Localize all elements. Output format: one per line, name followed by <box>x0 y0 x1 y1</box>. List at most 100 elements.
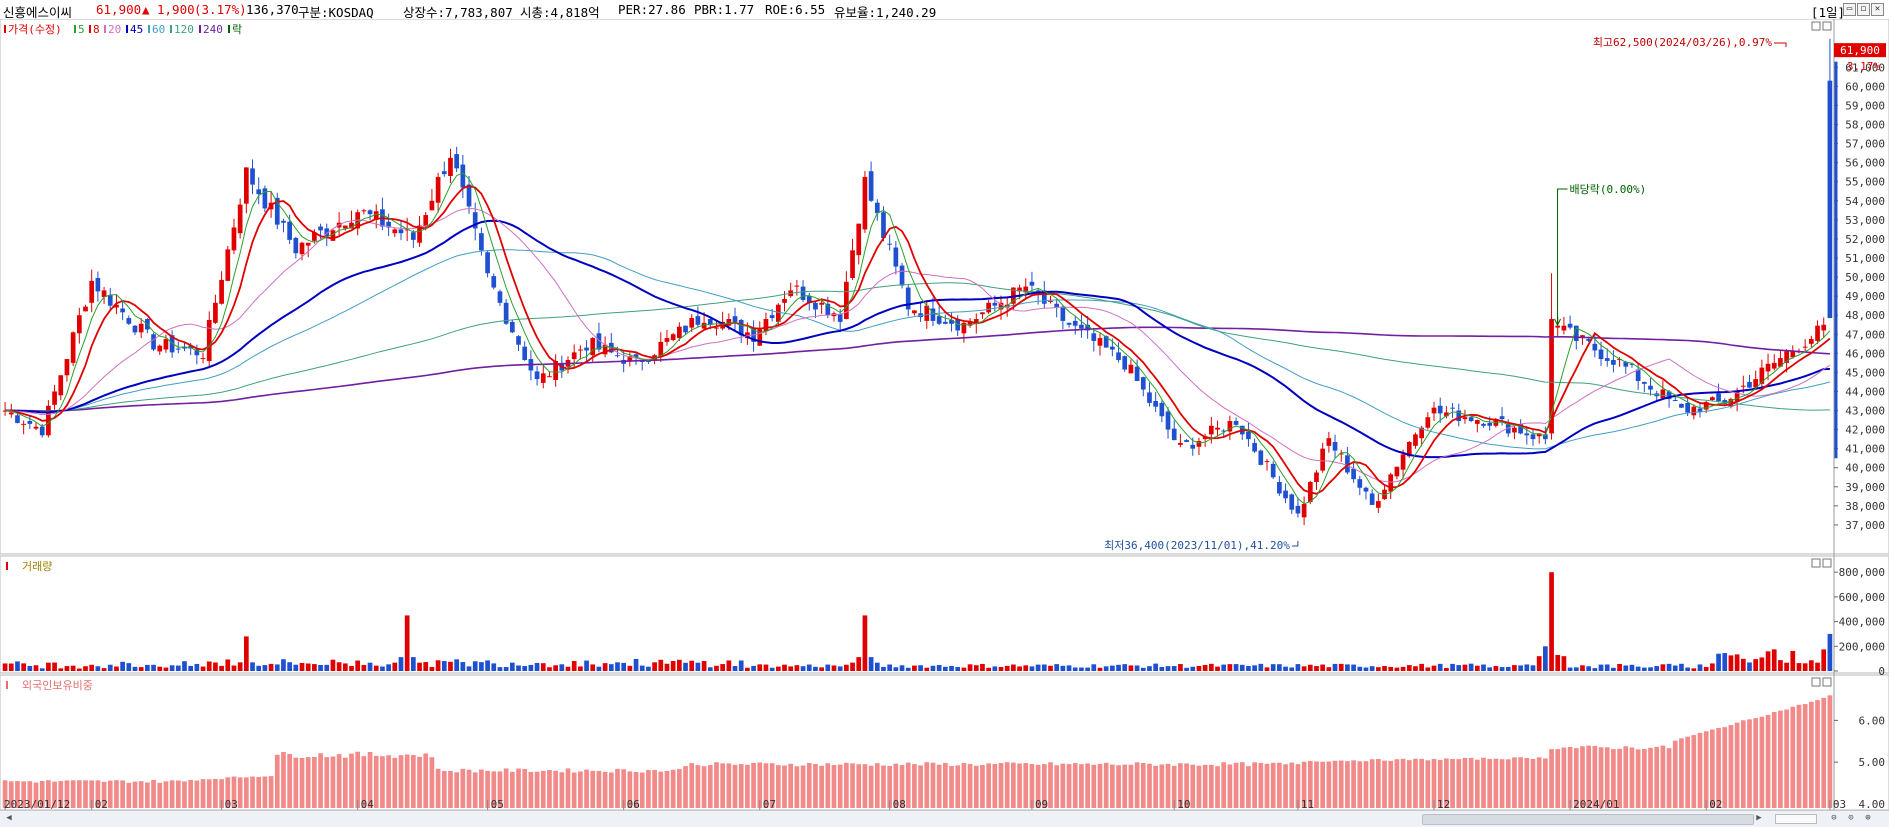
candle-body <box>441 171 447 175</box>
foreign-bar <box>1740 720 1746 808</box>
foreign-bar <box>324 757 330 808</box>
x-tick-label: 05 <box>491 798 504 810</box>
legend-marker <box>104 25 106 33</box>
volume-bar <box>1307 664 1313 671</box>
volume-bar <box>844 664 849 671</box>
panel-close-icon[interactable] <box>1822 677 1832 687</box>
stock-chart[interactable]: 가격(수정) 5 8 20 45 60 120 240 락61,00060,00059,0005… <box>0 19 1889 810</box>
volume-bar <box>936 665 942 671</box>
volume-bar <box>992 666 998 671</box>
chart-scrollbar[interactable]: ◀ ▶ ⊖ ⊙ ⊕ <box>0 810 1889 827</box>
candle-body <box>361 210 367 212</box>
x-tick-label: 06 <box>627 798 640 810</box>
candle-body <box>398 229 404 234</box>
volume-bar <box>1815 662 1820 671</box>
volume-bar <box>559 664 565 671</box>
volume-bar <box>899 665 905 671</box>
panel-maximize-icon[interactable] <box>1811 677 1821 687</box>
panel-maximize-icon[interactable] <box>1811 21 1821 31</box>
foreign-bar <box>534 771 540 808</box>
volume-bar <box>571 660 577 671</box>
volume-bar <box>219 665 224 671</box>
candle-body <box>1097 338 1103 346</box>
restore-icon[interactable]: ◻ <box>1857 3 1870 16</box>
zoom-in-icon[interactable]: ⊕ <box>1862 813 1874 824</box>
volume-bar <box>887 664 893 671</box>
foreign-bar <box>819 765 824 808</box>
scroll-thumb[interactable] <box>1422 814 1754 825</box>
volume-bar <box>1060 665 1066 671</box>
minimize-icon[interactable]: ▭ <box>1843 3 1856 16</box>
foreign-bar <box>182 781 187 808</box>
volume-bar <box>1041 664 1047 671</box>
foreign-bar <box>1233 762 1239 808</box>
foreign-bar <box>1549 749 1554 808</box>
volume-bar <box>1474 665 1480 671</box>
scroll-left-icon[interactable]: ◀ <box>3 813 15 824</box>
candle-body <box>1468 417 1474 422</box>
foreign-bar <box>138 781 144 808</box>
zoom-reset-icon[interactable]: ⊙ <box>1845 813 1857 824</box>
foreign-bar <box>1771 711 1777 808</box>
foreign-bar <box>355 751 361 808</box>
candle-body <box>1301 503 1307 518</box>
volume-bar <box>775 666 781 671</box>
candle-body <box>39 426 45 436</box>
volume-bar <box>1221 664 1227 671</box>
volume-bar <box>1691 668 1697 671</box>
foreign-bar <box>1097 763 1103 808</box>
volume-bar <box>1586 666 1592 671</box>
volume-tick-label: 400,000 <box>1839 616 1885 629</box>
close-icon[interactable]: ✕ <box>1871 3 1884 16</box>
zoom-out-icon[interactable]: ⊖ <box>1828 813 1840 824</box>
volume-bar <box>1134 665 1140 671</box>
foreign-bar <box>1512 757 1517 808</box>
panel-close-icon[interactable] <box>1822 21 1832 31</box>
x-tick-label: 02 <box>1709 798 1722 810</box>
scroll-right-icon[interactable]: ▶ <box>1753 813 1765 824</box>
volume-bar <box>237 662 243 671</box>
panel-maximize-icon[interactable] <box>1811 558 1821 568</box>
candle-body <box>578 349 583 351</box>
candle-body <box>411 232 416 240</box>
volume-bar <box>565 666 571 671</box>
candle-body <box>800 286 806 300</box>
foreign-bar <box>1697 732 1703 808</box>
volume-title: 거래량 <box>22 560 52 573</box>
candle-body <box>856 223 862 256</box>
volume-bar <box>318 664 323 671</box>
candle-body <box>1567 323 1573 328</box>
volume-bar <box>1165 666 1171 671</box>
foreign-bar <box>342 757 348 808</box>
volume-bar <box>707 667 713 671</box>
foreign-bar <box>918 765 923 808</box>
x-tick-label: 2023/01/12 <box>4 798 70 810</box>
volume-bar <box>800 666 806 671</box>
zoom-slider[interactable] <box>1775 814 1817 824</box>
stock-name[interactable]: 신흥에스이씨 <box>3 2 72 19</box>
foreign-bar <box>299 757 305 808</box>
candle-body <box>460 164 466 188</box>
foreign-bar <box>373 755 379 808</box>
panel-close-icon[interactable] <box>1822 558 1832 568</box>
volume-bar <box>1759 657 1765 671</box>
volume-bar <box>695 662 701 671</box>
foreign-bar <box>1728 725 1734 808</box>
volume-bar <box>1641 667 1647 671</box>
volume-bar <box>813 666 818 671</box>
pbr-value: PBR:1.77 <box>694 2 755 17</box>
foreign-bar <box>1208 764 1214 808</box>
candle-body <box>522 346 528 361</box>
volume-bar <box>1406 665 1412 671</box>
foreign-bar <box>1351 760 1356 808</box>
volume-bar <box>1802 663 1808 671</box>
volume-bar <box>942 666 948 671</box>
candle-body <box>942 321 948 324</box>
volume-bar <box>330 659 336 671</box>
foreign-bar <box>1314 761 1319 808</box>
period-selector[interactable]: [1일] <box>1811 2 1845 19</box>
volume-bar <box>324 664 330 671</box>
candle-body <box>683 325 688 333</box>
volume-bar <box>1740 658 1746 671</box>
volume-bar <box>1338 663 1344 671</box>
